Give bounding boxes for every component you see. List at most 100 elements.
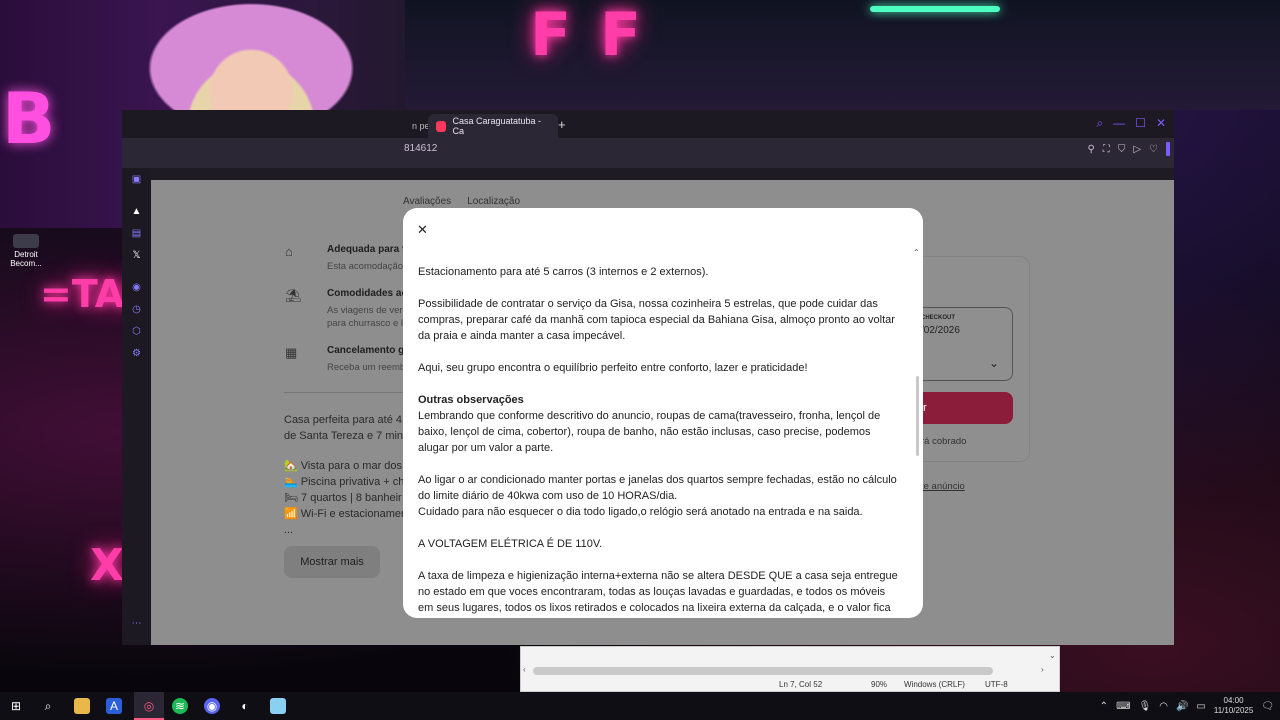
browser-sidebar: ▣ ▲ ▤ 𝕏 ◉ ◷ ⬡ ⚙ ⋯	[122, 168, 151, 645]
tab-active[interactable]: Casa Caraguatatuba - Ca	[428, 114, 558, 138]
line-endings: Windows (CRLF)	[904, 680, 965, 689]
reserve-button[interactable]: r	[921, 392, 1013, 424]
beach-umbrella-icon: ⛱	[285, 288, 302, 303]
game-icon	[13, 234, 39, 248]
more-icon[interactable]: ⋯	[131, 618, 142, 629]
desktop-shortcut[interactable]: Detroit Becom...	[6, 234, 46, 268]
modal-body: Estacionamento para até 5 carros (3 inte…	[418, 264, 898, 618]
browser-icon[interactable]: ◎	[141, 698, 157, 714]
modal-heading: Outras observações	[418, 394, 524, 406]
play-circle-icon[interactable]: ◉	[131, 282, 142, 293]
url-field[interactable]: 814612	[404, 143, 437, 154]
search-icon[interactable]: ⌕	[1096, 116, 1103, 131]
horizontal-scrollbar[interactable]: ‹ ›	[521, 665, 1059, 677]
modal-paragraph: Possibilidade de contratar o serviço da …	[418, 298, 895, 342]
description-line: de Santa Tereza e 7 min	[284, 430, 404, 442]
show-more-button[interactable]: Mostrar mais	[284, 546, 380, 578]
desktop-shortcut-label: Becom...	[10, 259, 42, 268]
wifi-icon[interactable]: ◠	[1159, 701, 1168, 712]
toolbar-icons: ⚲ ⛶ ⛉ ▷ ♡	[1088, 142, 1170, 156]
chevron-down-icon[interactable]: ⌄	[1049, 651, 1056, 660]
listing-nav: Avaliações Localização	[403, 196, 520, 207]
neon-sign: F	[530, 0, 571, 70]
nav-tab-reviews[interactable]: Avaliações	[403, 196, 451, 207]
tab-label: n pe	[412, 121, 430, 131]
scroll-up-icon[interactable]: ⌃	[913, 248, 920, 257]
microphone-icon[interactable]: 🎙	[1139, 701, 1152, 712]
modal-paragraph: Lembrando que conforme descritivo do anu…	[418, 410, 881, 454]
notification-icon[interactable]: 🗨	[1261, 701, 1274, 712]
listing-description: Casa perfeita para até 4 de Santa Tereza…	[284, 412, 409, 444]
messenger-icon[interactable]: ▣	[131, 174, 142, 185]
modal-paragraph: Cuidado para não esquecer o dia todo lig…	[418, 506, 863, 518]
zoom-level: 90%	[871, 680, 888, 689]
taskbar: ⊞ ⌕ A ◎ ≋ ◉ ◐ ⌃ ⌨ 🎙 ◠ 🔊 ▭ 04:00 11/10/20…	[0, 692, 1280, 720]
twitch-icon[interactable]: ▤	[131, 228, 142, 239]
search-icon[interactable]: ⌕	[40, 698, 56, 714]
calendar-icon: ▦	[285, 345, 298, 360]
modal-paragraph: A taxa de limpeza e higienização interna…	[418, 570, 898, 614]
feature-line: ...	[284, 524, 294, 536]
feature-line: 🏡 Vista para o mar dos	[284, 460, 403, 472]
tab-bar: n pe Casa Caraguatatuba - Ca + ⌕ — ☐ ✕	[122, 110, 1174, 138]
window-controls: ⌕ — ☐ ✕	[1096, 116, 1166, 131]
new-tab-button[interactable]: +	[558, 117, 566, 132]
clock[interactable]: 04:00 11/10/2025	[1214, 696, 1253, 716]
scroll-left-icon[interactable]: ‹	[523, 665, 526, 674]
heart-icon[interactable]: ♡	[1149, 144, 1158, 155]
close-button[interactable]: ✕	[1156, 116, 1166, 131]
feature-line: 🏊 Piscina privativa + ch	[284, 476, 405, 488]
clock-time: 04:00	[1223, 696, 1244, 705]
status-bar: Ln 7, Col 52 90% Windows (CRLF) UTF-8	[521, 679, 1059, 693]
modal-paragraph: A VOLTAGEM ELÉTRICA É DE 110V.	[418, 538, 603, 550]
airbnb-icon	[436, 120, 447, 132]
desktop-shortcut-label: Detroit	[14, 250, 38, 259]
x-icon[interactable]: 𝕏	[131, 250, 142, 261]
chevron-up-icon[interactable]: ⌃	[1100, 701, 1108, 712]
spotify-icon[interactable]: ≋	[172, 698, 188, 714]
tab-label: Casa Caraguatatuba - Ca	[452, 116, 542, 136]
nav-tab-location[interactable]: Localização	[467, 196, 520, 207]
maximize-button[interactable]: ☐	[1135, 116, 1146, 131]
encoding: UTF-8	[985, 680, 1008, 689]
close-icon[interactable]: ✕	[417, 222, 428, 238]
clock-date: 11/10/2025	[1213, 706, 1254, 715]
neon-sign: B	[2, 78, 56, 160]
app-icon[interactable]: A	[106, 698, 122, 714]
pin-icon[interactable]: ⚲	[1088, 144, 1095, 155]
screenshot-icon[interactable]: ⛶	[1103, 144, 1110, 155]
minimize-button[interactable]: —	[1113, 116, 1125, 131]
play-icon[interactable]: ▷	[1133, 144, 1141, 155]
discord-icon[interactable]: ◉	[204, 698, 220, 714]
modal-paragraph: Ao ligar o ar condicionado manter portas…	[418, 474, 897, 502]
family-house-icon: ⌂	[285, 244, 293, 259]
history-icon[interactable]: ◷	[131, 304, 142, 315]
battery-icon[interactable]: ▭	[1196, 701, 1205, 712]
notepad-icon[interactable]	[270, 698, 286, 714]
description-line: Casa perfeita para até 4	[284, 414, 403, 426]
network-icon[interactable]: ⌨	[1116, 701, 1130, 712]
modal-scrollbar[interactable]	[916, 376, 919, 456]
obs-icon[interactable]: ◐	[237, 698, 253, 714]
chevron-down-icon[interactable]: ⌄	[989, 356, 999, 370]
modal-paragraph: Aqui, seu grupo encontra o equilíbrio pe…	[418, 362, 808, 374]
shield-icon[interactable]: ⛉	[1118, 144, 1126, 155]
address-bar: 814612 ⚲ ⛶ ⛉ ▷ ♡	[122, 138, 1174, 168]
box-icon[interactable]: ⬡	[131, 326, 142, 337]
divider	[284, 392, 414, 393]
checkout-date: /02/2026	[921, 325, 960, 336]
settings-icon[interactable]: ⚙	[131, 348, 142, 359]
scroll-right-icon[interactable]: ›	[1041, 665, 1044, 674]
cursor-position: Ln 7, Col 52	[779, 680, 823, 689]
volume-icon[interactable]: 🔊	[1176, 701, 1188, 712]
file-explorer-icon[interactable]	[74, 698, 90, 714]
scrollbar-thumb[interactable]	[533, 667, 993, 675]
windows-start-icon[interactable]: ⊞	[8, 698, 24, 714]
report-listing-link[interactable]: te anúncio	[921, 481, 965, 492]
feature-line: 📶 Wi-Fi e estacionamen	[284, 508, 408, 520]
app-icon[interactable]: ▲	[131, 206, 142, 217]
notepad-window: ⌄ ‹ › Ln 7, Col 52 90% Windows (CRLF) UT…	[520, 646, 1060, 692]
sidebar-toggle-icon[interactable]	[1166, 142, 1170, 156]
feature-line: 🛏 7 quartos | 8 banheir	[284, 492, 402, 504]
modal-paragraph: Estacionamento para até 5 carros (3 inte…	[418, 266, 709, 278]
